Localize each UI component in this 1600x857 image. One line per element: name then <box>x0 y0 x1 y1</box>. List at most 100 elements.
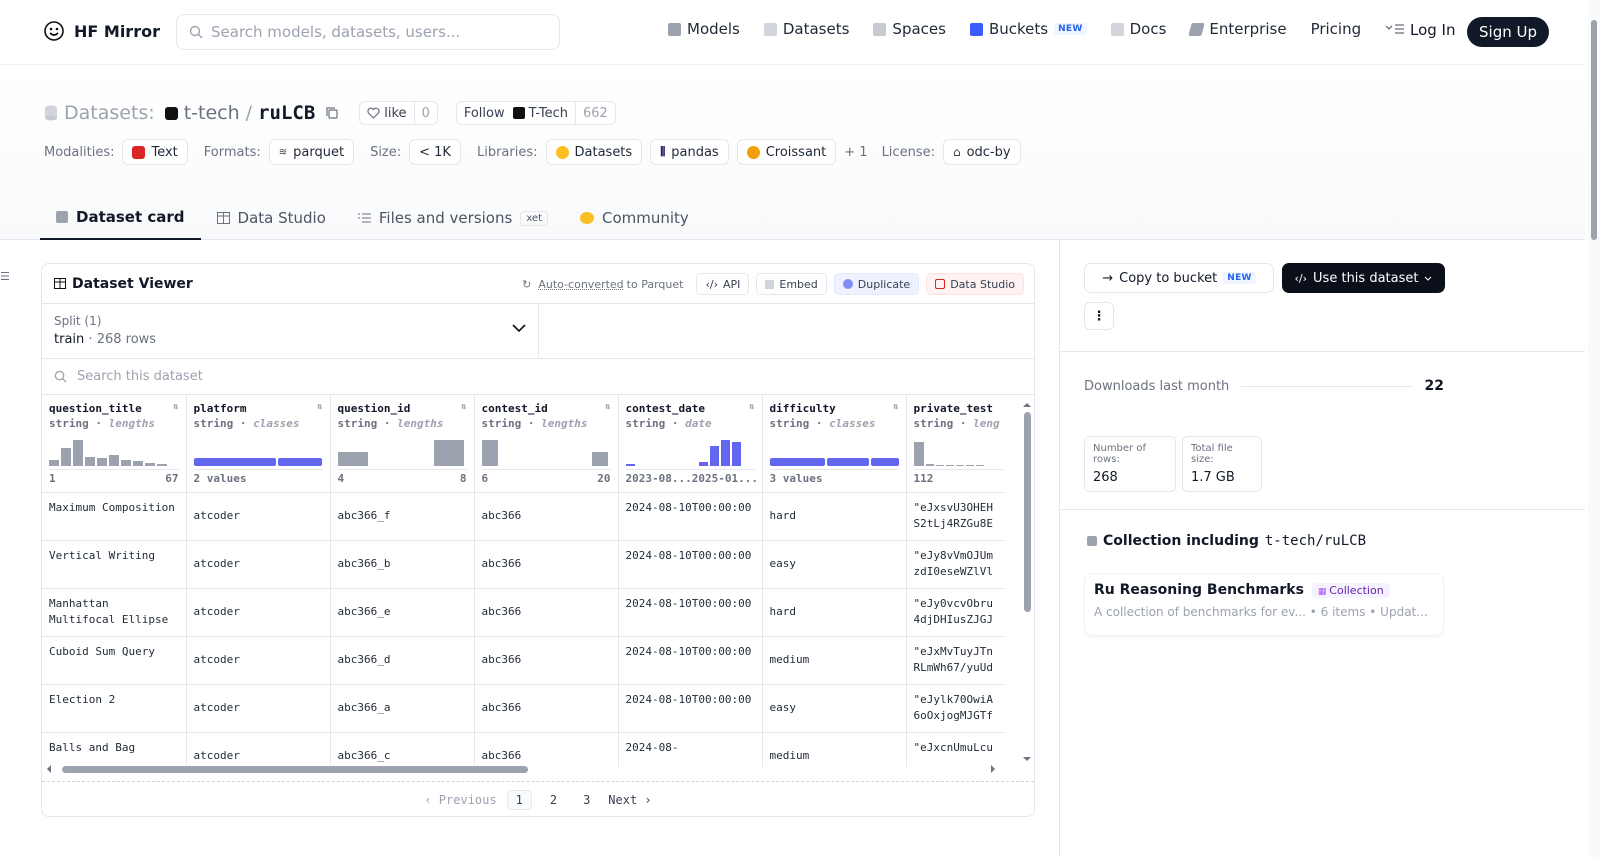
table-cell[interactable]: "eJxMvTuyJTn RLmWh67/yuUd <box>906 636 1004 685</box>
table-cell[interactable]: "eJylk70OwiA 6oOxjogMJGTf <box>906 684 1004 733</box>
table-cell[interactable]: atcoder <box>186 684 331 733</box>
libraries-more[interactable]: + 1 <box>844 145 867 160</box>
modality-text-chip[interactable]: Text <box>122 139 188 165</box>
nav-docs[interactable]: Docs <box>1110 20 1166 38</box>
scroll-up-icon[interactable] <box>1022 402 1032 408</box>
data-studio-button[interactable]: Data Studio <box>926 273 1024 295</box>
auto-converted-link[interactable]: Auto-converted <box>538 278 623 291</box>
nav-datasets[interactable]: Datasets <box>763 20 849 38</box>
duplicate-button[interactable]: Duplicate <box>833 273 920 295</box>
brand-logo[interactable]: HF Mirror <box>42 19 160 43</box>
sort-icon[interactable]: ⇅ <box>605 402 610 415</box>
table-cell[interactable]: abc366_d <box>330 636 475 685</box>
column-header-contest-date[interactable]: contest_date ⇅ string · date 2023-08... 20… <box>618 395 763 493</box>
page-2-button[interactable]: 2 <box>542 791 565 809</box>
tab-files-versions[interactable]: Files and versions xet <box>342 196 564 240</box>
signup-button[interactable]: Sign Up <box>1467 17 1549 47</box>
collection-card[interactable]: Ru Reasoning Benchmarks ▦ Collection A co… <box>1084 573 1444 636</box>
table-cell[interactable]: atcoder <box>186 636 331 685</box>
dataset-search-input[interactable] <box>77 369 477 384</box>
table-row[interactable]: Election 2 atcoder abc366_a abc366 2024-08-1… <box>42 684 1004 733</box>
dataset-search[interactable] <box>42 359 1034 395</box>
dataset-name[interactable]: ruLCB <box>258 102 315 124</box>
table-cell[interactable]: abc366_e <box>330 588 475 637</box>
table-cell[interactable]: Manhattan Multifocal Ellipse <box>42 588 187 637</box>
nav-buckets[interactable]: Buckets NEW <box>969 20 1087 38</box>
embed-button[interactable]: Embed <box>756 273 827 295</box>
page-scrollbar-thumb[interactable] <box>1591 20 1597 240</box>
sort-icon[interactable]: ⇅ <box>893 402 898 415</box>
table-cell[interactable]: 2024-08-10T00:00:00 <box>618 636 763 685</box>
sort-icon[interactable]: ⇅ <box>317 402 322 415</box>
table-cell[interactable]: atcoder <box>186 492 331 541</box>
api-button[interactable]: ‹/› API <box>696 273 750 295</box>
table-cell[interactable]: abc366_f <box>330 492 475 541</box>
table-cell[interactable]: atcoder <box>186 540 331 589</box>
more-options-button[interactable]: ⋮ <box>1084 302 1114 330</box>
table-cell[interactable]: "eJxsvU3OHEH S2tLj4RZGu8E <box>906 492 1004 541</box>
datasets-prefix[interactable]: Datasets: <box>64 102 155 124</box>
size-chip[interactable]: < 1K <box>409 139 461 165</box>
nav-enterprise[interactable]: Enterprise <box>1188 20 1287 38</box>
table-cell[interactable]: 2024-08-10T00:00:00 <box>618 540 763 589</box>
table-row[interactable]: Cuboid Sum Query atcoder abc366_d abc366 202… <box>42 636 1004 685</box>
column-header-private-test[interactable]: private_test string · leng 112 <box>906 395 1004 493</box>
tab-data-studio[interactable]: Data Studio <box>201 196 342 240</box>
table-cell[interactable]: Maximum Composition <box>42 492 187 541</box>
table-cell[interactable]: 2024-08-10T00:00:00 <box>618 492 763 541</box>
table-cell[interactable]: medium <box>762 636 907 685</box>
global-search[interactable] <box>176 14 560 50</box>
table-cell[interactable]: abc366 <box>474 492 619 541</box>
tab-dataset-card[interactable]: Dataset card <box>40 196 201 240</box>
table-cell[interactable]: "eJy0vcvObru 4djDHIusZJGJ <box>906 588 1004 637</box>
use-this-dataset-button[interactable]: ‹/› Use this dataset <box>1282 263 1445 293</box>
scrollbar-thumb[interactable] <box>1024 412 1031 612</box>
table-cell[interactable]: 2024-08-10T00:00:00 <box>618 684 763 733</box>
table-cell[interactable]: 2024-08-10T00:00:00 <box>618 588 763 637</box>
sort-icon[interactable]: ⇅ <box>461 402 466 415</box>
table-cell[interactable]: abc366 <box>474 540 619 589</box>
page-3-button[interactable]: 3 <box>575 791 598 809</box>
scroll-left-icon[interactable] <box>46 764 52 774</box>
page-scrollbar[interactable] <box>1588 0 1600 857</box>
table-cell[interactable]: atcoder <box>186 588 331 637</box>
table-cell[interactable]: Cuboid Sum Query <box>42 636 187 685</box>
split-selector[interactable]: Split (1) train · 268 rows <box>42 304 539 358</box>
sidebar-toggle-icon[interactable]: ☰ <box>0 270 10 283</box>
table-cell[interactable]: abc366 <box>474 636 619 685</box>
column-header-question-id[interactable]: question_id ⇅ string · lengths 48 <box>330 395 475 493</box>
next-page-button[interactable]: Next › <box>608 793 651 807</box>
table-cell[interactable]: easy <box>762 684 907 733</box>
format-parquet-chip[interactable]: ≋ parquet <box>268 139 355 165</box>
table-cell[interactable]: hard <box>762 492 907 541</box>
table-vertical-scrollbar[interactable] <box>1022 402 1032 762</box>
table-horizontal-scrollbar[interactable] <box>46 762 1008 776</box>
sort-icon[interactable]: ⇅ <box>173 402 178 415</box>
table-cell[interactable]: easy <box>762 540 907 589</box>
table-row[interactable]: Maximum Composition atcoder abc366_f abc366… <box>42 492 1004 541</box>
column-header-question-title[interactable]: question_title ⇅ string · lengths 1 67 <box>42 395 187 493</box>
org-name[interactable]: t-tech <box>184 102 240 124</box>
tab-community[interactable]: Community <box>564 196 705 240</box>
copy-to-bucket-button[interactable]: → Copy to bucket NEW <box>1084 263 1274 293</box>
table-row[interactable]: Manhattan Multifocal Ellipse atcoder abc36… <box>42 588 1004 637</box>
license-chip[interactable]: ⌂ odc-by <box>942 139 1021 165</box>
table-cell[interactable]: Election 2 <box>42 684 187 733</box>
table-cell[interactable]: abc366 <box>474 684 619 733</box>
table-row[interactable]: Vertical Writing atcoder abc366_b abc366 202… <box>42 540 1004 589</box>
nav-models[interactable]: Models <box>668 20 740 38</box>
table-cell[interactable]: hard <box>762 588 907 637</box>
library-pandas-chip[interactable]: ⫼ pandas <box>650 139 729 165</box>
like-button[interactable]: like 0 <box>359 101 438 125</box>
column-header-platform[interactable]: platform ⇅ string · classes 2 values <box>186 395 331 493</box>
copy-icon[interactable] <box>325 106 339 120</box>
follow-button[interactable]: Follow T-Tech 662 <box>455 101 616 125</box>
table-cell[interactable]: abc366_a <box>330 684 475 733</box>
nav-pricing[interactable]: Pricing <box>1311 20 1362 38</box>
page-1-button[interactable]: 1 <box>506 789 532 810</box>
nav-more-menu[interactable] <box>1385 23 1405 35</box>
library-croissant-chip[interactable]: Croissant <box>736 139 837 165</box>
library-datasets-chip[interactable]: Datasets <box>545 139 643 165</box>
table-cell[interactable]: Vertical Writing <box>42 540 187 589</box>
column-header-difficulty[interactable]: difficulty ⇅ string · classes 3 values <box>762 395 907 493</box>
